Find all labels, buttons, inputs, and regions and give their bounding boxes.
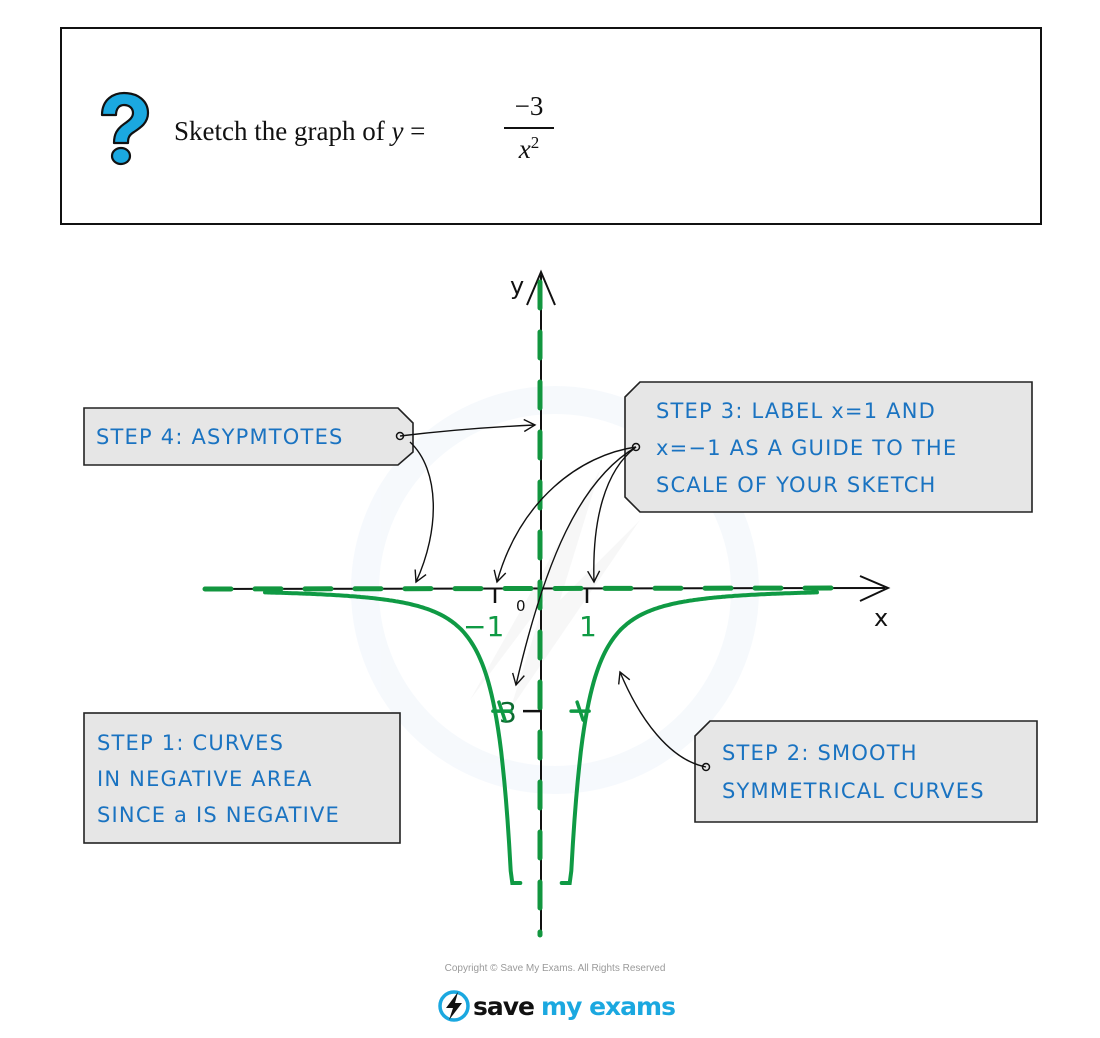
origin-label: 0 xyxy=(516,597,526,615)
callout-step3: STEP 3: LABEL x=1 AND x=−1 AS A GUIDE TO … xyxy=(624,381,1033,513)
callout-step4: STEP 4: ASYPMTOTES xyxy=(83,407,414,466)
y-axis-label: y xyxy=(510,272,524,300)
callout-line: IN NEGATIVE AREA xyxy=(97,767,313,791)
x-tick-label: 1 xyxy=(579,610,597,643)
x-axis-label: x xyxy=(874,604,888,632)
callout-step3-text: STEP 3: LABEL x=1 AND x=−1 AS A GUIDE TO … xyxy=(656,399,957,497)
callout-line: SYMMETRICAL CURVES xyxy=(722,779,985,803)
callout-step2-box xyxy=(694,720,1038,823)
callout-step4-text: STEP 4: ASYPMTOTES xyxy=(96,425,344,449)
callout-line: SCALE OF YOUR SKETCH xyxy=(656,473,937,497)
callout-line: STEP 3: LABEL x=1 AND xyxy=(656,399,936,423)
callout-line: x=−1 AS A GUIDE TO THE xyxy=(656,436,957,460)
callout-line: STEP 2: SMOOTH xyxy=(722,741,918,765)
callout-step2: STEP 2: SMOOTH SYMMETRICAL CURVES xyxy=(694,720,1038,823)
callout-line: STEP 4: ASYPMTOTES xyxy=(96,425,344,449)
logo-word-myexams: my exams xyxy=(541,991,676,1021)
callout-line: SINCE a IS NEGATIVE xyxy=(97,803,340,827)
copyright-text: Copyright © Save My Exams. All Rights Re… xyxy=(444,963,666,974)
callout-line: STEP 1: CURVES xyxy=(97,731,284,755)
save-my-exams-logo: save my exams xyxy=(437,987,676,1025)
graph-diagram: x y 0 −113 STEP 4: ASYPMTOTES STEP 3: LA… xyxy=(83,269,1038,938)
logo-word-save: save xyxy=(473,991,535,1021)
lightning-bolt-icon xyxy=(438,990,470,1022)
callout-step1: STEP 1: CURVES IN NEGATIVE AREA SINCE a IS… xyxy=(83,712,401,844)
